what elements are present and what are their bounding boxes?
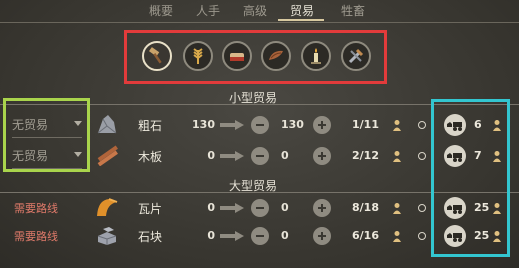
pawn-icon bbox=[493, 231, 501, 242]
tab-advanced[interactable]: 高级 bbox=[243, 2, 267, 19]
trade-amount-left: 0 bbox=[207, 201, 215, 214]
block-icon bbox=[95, 224, 119, 246]
route-required-label: 需要路线 bbox=[14, 230, 58, 243]
tools-icon[interactable] bbox=[341, 41, 371, 71]
radio-dot[interactable] bbox=[418, 121, 426, 129]
trade-amount-right: 130 bbox=[281, 118, 304, 131]
radio-dot[interactable] bbox=[418, 152, 426, 160]
chevron-down-icon bbox=[74, 121, 82, 126]
route-required-label: 需要路线 bbox=[14, 202, 58, 215]
dropdown-underline bbox=[12, 168, 82, 169]
tile-icon bbox=[95, 196, 119, 218]
pawn-icon bbox=[393, 151, 401, 162]
cart-count: 6 bbox=[474, 118, 482, 131]
resource-name: 石块 bbox=[138, 230, 163, 244]
cart-count: 7 bbox=[474, 149, 482, 162]
pawn-icon bbox=[493, 203, 501, 214]
pawn-icon bbox=[393, 120, 401, 131]
pawn-icon bbox=[493, 151, 501, 162]
trade-amount-left: 0 bbox=[207, 149, 215, 162]
trade-ratio: 2/12 bbox=[352, 149, 379, 162]
resource-name: 木板 bbox=[138, 150, 163, 164]
dropdown-underline bbox=[12, 137, 82, 138]
radio-dot[interactable] bbox=[418, 232, 426, 240]
candle-icon[interactable] bbox=[301, 41, 331, 71]
resource-name: 瓦片 bbox=[138, 202, 163, 216]
tab-workers[interactable]: 人手 bbox=[196, 2, 220, 19]
pawn-icon bbox=[393, 231, 401, 242]
decrease-button[interactable] bbox=[251, 227, 269, 245]
trade-amount-left: 130 bbox=[192, 118, 215, 131]
increase-button[interactable] bbox=[313, 199, 331, 217]
cart-icon bbox=[444, 197, 466, 219]
increase-button[interactable] bbox=[313, 116, 331, 134]
tab-overview[interactable]: 概要 bbox=[149, 2, 173, 19]
dropdown-label: 无贸易 bbox=[12, 149, 49, 163]
decrease-button[interactable] bbox=[251, 116, 269, 134]
hammer-icon[interactable] bbox=[142, 41, 172, 71]
trade-status-dropdown[interactable]: 无贸易 bbox=[12, 147, 82, 169]
trade-ratio: 6/16 bbox=[352, 229, 379, 242]
cart-count: 25 bbox=[474, 229, 490, 242]
divider bbox=[0, 22, 519, 23]
cart-icon bbox=[444, 225, 466, 247]
radio-dot[interactable] bbox=[418, 204, 426, 212]
pawn-icon bbox=[493, 120, 501, 131]
increase-button[interactable] bbox=[313, 227, 331, 245]
tab-livestock[interactable]: 牲畜 bbox=[341, 2, 365, 19]
chevron-down-icon bbox=[74, 152, 82, 157]
arrow-right-icon bbox=[220, 231, 244, 241]
decrease-button[interactable] bbox=[251, 147, 269, 165]
resource-name: 粗石 bbox=[138, 119, 163, 133]
plank-icon bbox=[95, 144, 119, 167]
trade-amount-right: 0 bbox=[281, 201, 289, 214]
trade-amount-right: 0 bbox=[281, 229, 289, 242]
cart-icon bbox=[444, 114, 466, 136]
bread-icon[interactable] bbox=[222, 41, 252, 71]
stone-icon bbox=[95, 113, 119, 135]
tab-bar: 概要 人手 高级 贸易 牲畜 bbox=[0, 0, 519, 21]
arrow-right-icon bbox=[220, 120, 244, 130]
arrow-right-icon bbox=[220, 151, 244, 161]
trade-ratio: 8/18 bbox=[352, 201, 379, 214]
increase-button[interactable] bbox=[313, 147, 331, 165]
pawn-icon bbox=[393, 203, 401, 214]
trade-amount-right: 0 bbox=[281, 149, 289, 162]
active-tab-indicator bbox=[278, 19, 324, 21]
arrow-right-icon bbox=[220, 203, 244, 213]
trade-status-dropdown[interactable]: 无贸易 bbox=[12, 116, 82, 138]
leather-icon[interactable] bbox=[261, 41, 291, 71]
trade-amount-left: 0 bbox=[207, 229, 215, 242]
cart-count: 25 bbox=[474, 201, 490, 214]
decrease-button[interactable] bbox=[251, 199, 269, 217]
trade-ratio: 1/11 bbox=[352, 118, 379, 131]
tab-trade[interactable]: 贸易 bbox=[290, 2, 314, 19]
wheat-icon[interactable] bbox=[183, 41, 213, 71]
dropdown-label: 无贸易 bbox=[12, 118, 49, 132]
cart-icon bbox=[444, 145, 466, 167]
